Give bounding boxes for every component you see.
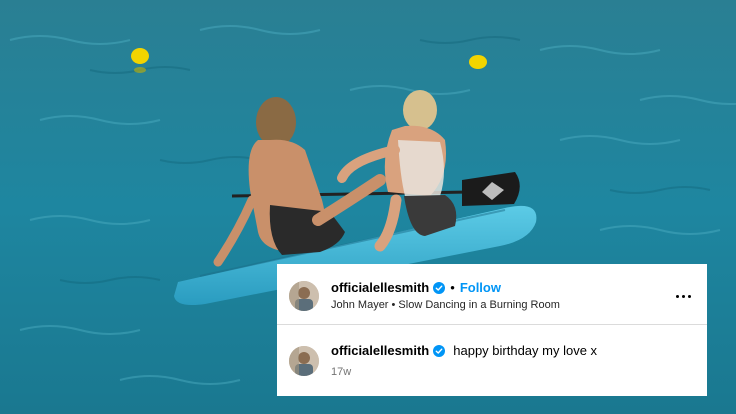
instagram-post-card: officialellesmith • Follow John Mayer • … (277, 264, 707, 396)
caption-avatar[interactable] (289, 346, 319, 376)
avatar-image (289, 281, 319, 311)
verified-badge-icon (433, 281, 446, 294)
post-meta: officialellesmith • Follow John Mayer • … (331, 280, 560, 313)
caption-username[interactable]: officialellesmith (331, 343, 429, 359)
separator-dot: • (450, 279, 455, 295)
post-header: officialellesmith • Follow John Mayer • … (277, 276, 707, 316)
audio-track[interactable]: John Mayer • Slow Dancing in a Burning R… (331, 298, 560, 313)
caption-text: happy birthday my love x (453, 343, 598, 358)
username[interactable]: officialellesmith (331, 280, 429, 296)
avatar-image (289, 346, 319, 376)
caption-meta: officialellesmith happy birthday my love… (331, 343, 597, 379)
more-options-icon[interactable] (673, 286, 693, 306)
caption-row: officialellesmith happy birthday my love… (277, 341, 707, 381)
post-age[interactable]: 17w (331, 365, 597, 379)
caption-line: officialellesmith happy birthday my love… (331, 343, 597, 359)
post-header-line: officialellesmith • Follow (331, 280, 560, 296)
divider (277, 324, 707, 325)
buoy (131, 48, 149, 64)
avatar[interactable] (289, 281, 319, 311)
buoy (469, 55, 487, 69)
verified-badge-icon (433, 345, 446, 357)
follow-button[interactable]: Follow (460, 280, 501, 296)
